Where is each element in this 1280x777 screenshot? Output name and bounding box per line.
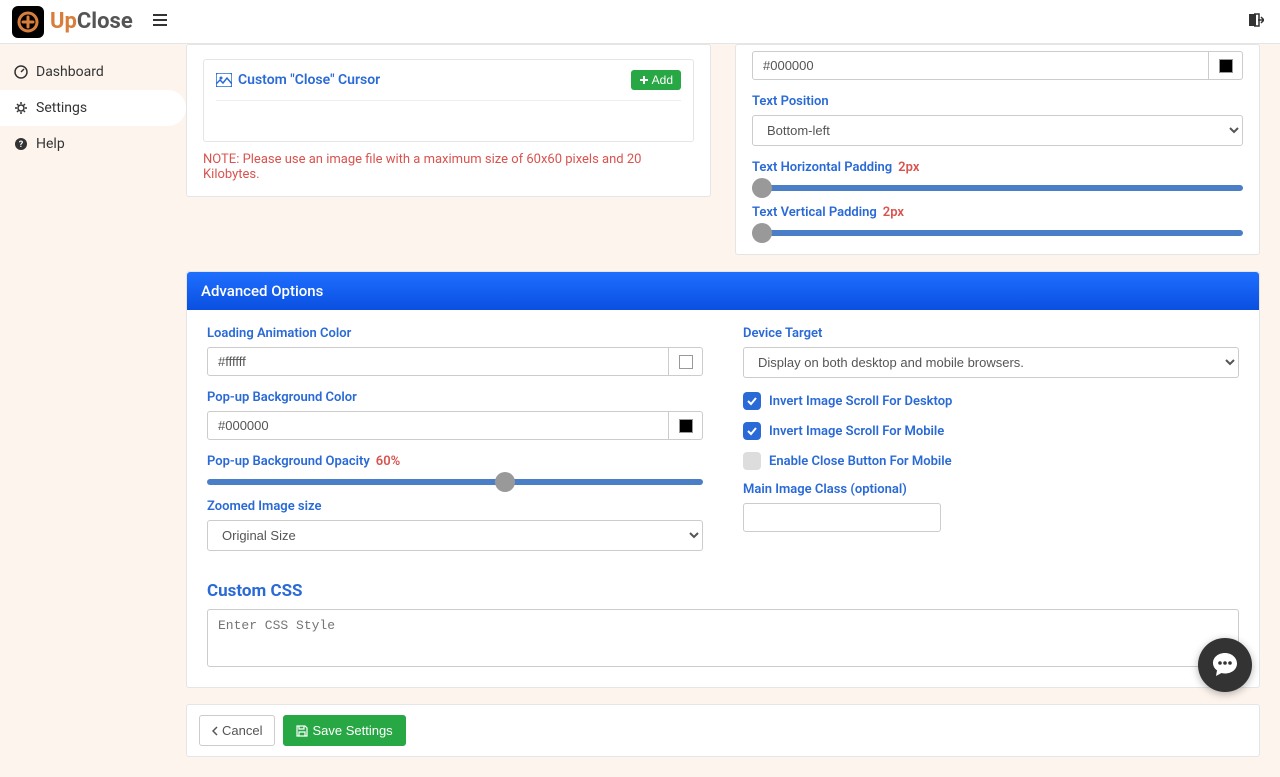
popup-bg-swatch-button[interactable] bbox=[669, 411, 703, 440]
chevron-left-icon bbox=[212, 726, 218, 736]
popup-bg-input[interactable] bbox=[207, 411, 669, 440]
advanced-panel-header: Advanced Options bbox=[187, 272, 1259, 310]
dashboard-icon bbox=[14, 65, 28, 79]
invert-mobile-label: Invert Image Scroll For Mobile bbox=[769, 424, 944, 439]
svg-text:?: ? bbox=[19, 140, 24, 150]
help-icon: ? bbox=[14, 137, 28, 151]
main-content: Custom "Close" Cursor Add NOTE: Please u… bbox=[186, 44, 1280, 777]
invert-mobile-checkbox[interactable] bbox=[743, 422, 761, 440]
chat-fab[interactable] bbox=[1198, 638, 1252, 692]
topbar: UpClose bbox=[0, 0, 1280, 44]
text-hpad-label: Text Horizontal Padding2px bbox=[752, 160, 1243, 175]
sidebar-item-help[interactable]: ? Help bbox=[0, 126, 186, 162]
invert-desktop-label: Invert Image Scroll For Desktop bbox=[769, 394, 952, 409]
opacity-slider[interactable] bbox=[207, 479, 703, 485]
text-hpad-slider[interactable] bbox=[752, 185, 1243, 191]
text-vpad-label: Text Vertical Padding2px bbox=[752, 205, 1243, 220]
text-color-input[interactable] bbox=[752, 51, 1209, 80]
main-class-input[interactable] bbox=[743, 503, 941, 532]
loading-color-swatch-button[interactable] bbox=[669, 347, 703, 376]
chat-icon bbox=[1210, 650, 1240, 680]
device-target-label: Device Target bbox=[743, 326, 1239, 341]
main-class-label: Main Image Class (optional) bbox=[743, 482, 1239, 497]
advanced-panel: Advanced Options Loading Animation Color… bbox=[186, 271, 1260, 688]
cursor-note: NOTE: Please use an image file with a ma… bbox=[203, 152, 694, 182]
text-position-label: Text Position bbox=[752, 94, 1243, 109]
gear-icon bbox=[14, 101, 28, 115]
text-position-select[interactable]: Bottom-left bbox=[752, 115, 1243, 146]
sidebar-item-settings[interactable]: Settings bbox=[0, 90, 186, 126]
popup-bg-label: Pop-up Background Color bbox=[207, 390, 703, 405]
sidebar-item-label: Settings bbox=[36, 100, 87, 116]
logo-mark-icon bbox=[12, 6, 44, 38]
close-mobile-checkbox[interactable] bbox=[743, 452, 761, 470]
image-icon bbox=[216, 73, 232, 87]
close-mobile-label: Enable Close Button For Mobile bbox=[769, 454, 952, 469]
device-target-select[interactable]: Display on both desktop and mobile brows… bbox=[743, 347, 1239, 378]
sidebar: Dashboard Settings ? Help bbox=[0, 44, 186, 777]
cursor-card-title: Custom "Close" Cursor bbox=[216, 72, 380, 88]
sidebar-item-dashboard[interactable]: Dashboard bbox=[0, 54, 186, 90]
text-color-swatch-button[interactable] bbox=[1209, 51, 1243, 80]
text-settings-card: Text Position Bottom-left Text Horizonta… bbox=[735, 44, 1260, 255]
loading-color-input[interactable] bbox=[207, 347, 669, 376]
plus-icon bbox=[639, 75, 649, 85]
zoom-select[interactable]: Original Size bbox=[207, 520, 703, 551]
add-cursor-button[interactable]: Add bbox=[631, 70, 681, 90]
logo-text: UpClose bbox=[50, 9, 133, 34]
logo[interactable]: UpClose bbox=[12, 6, 133, 38]
opacity-label: Pop-up Background Opacity60% bbox=[207, 454, 703, 469]
sidebar-item-label: Dashboard bbox=[36, 64, 104, 80]
invert-desktop-checkbox[interactable] bbox=[743, 392, 761, 410]
zoom-label: Zoomed Image size bbox=[207, 499, 703, 514]
sidebar-item-label: Help bbox=[36, 136, 65, 152]
custom-css-textarea[interactable] bbox=[207, 609, 1239, 667]
text-vpad-slider[interactable] bbox=[752, 230, 1243, 236]
save-icon bbox=[296, 725, 308, 737]
hamburger-icon[interactable] bbox=[153, 12, 167, 31]
cursor-card: Custom "Close" Cursor Add NOTE: Please u… bbox=[186, 44, 711, 197]
logout-icon[interactable] bbox=[1248, 12, 1264, 32]
custom-css-title: Custom CSS bbox=[207, 581, 1239, 601]
footer-bar: Cancel Save Settings bbox=[186, 704, 1260, 757]
loading-color-label: Loading Animation Color bbox=[207, 326, 703, 341]
